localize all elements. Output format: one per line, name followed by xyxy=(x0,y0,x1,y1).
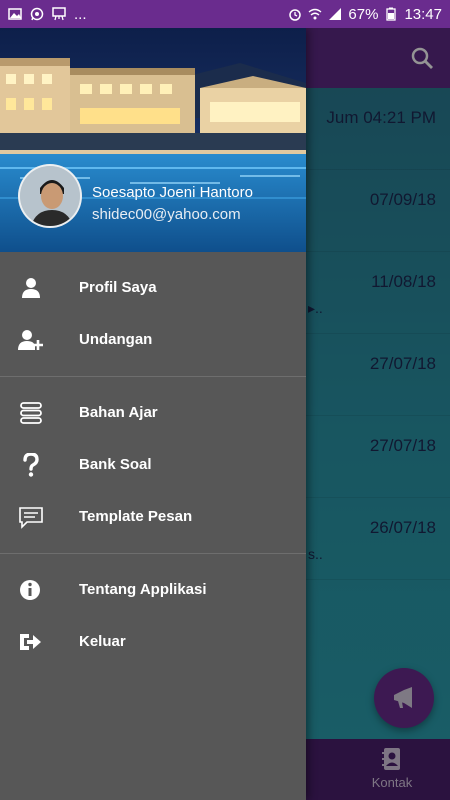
status-right: 67% 13:47 xyxy=(288,6,442,23)
status-bar: ... 67% 13:47 xyxy=(0,0,450,28)
menu-item-template-pesan[interactable]: Template Pesan xyxy=(0,491,306,543)
menu-item-profil-saya[interactable]: Profil Saya xyxy=(0,262,306,314)
menu-item-label: Bahan Ajar xyxy=(79,404,158,421)
menu-item-keluar[interactable]: Keluar xyxy=(0,616,306,668)
drawer-menu: Profil Saya Undangan Bahan Ajar Bank Soa… xyxy=(0,252,306,668)
menu-item-label: Undangan xyxy=(79,331,153,348)
wifi-icon xyxy=(308,8,322,20)
menu-item-label: Bank Soal xyxy=(79,456,152,473)
avatar[interactable] xyxy=(18,164,82,228)
menu-item-bank-soal[interactable]: Bank Soal xyxy=(0,439,306,491)
menu-item-undangan[interactable]: Undangan xyxy=(0,314,306,366)
battery-percent: 67% xyxy=(348,5,379,23)
person-icon xyxy=(22,278,40,298)
status-overflow: ... xyxy=(74,5,87,23)
presentation-icon xyxy=(52,7,66,21)
stack-icon xyxy=(20,402,42,424)
gallery-icon xyxy=(8,8,22,20)
whatsapp-icon xyxy=(30,7,44,21)
add-person-icon xyxy=(18,330,43,350)
logout-icon xyxy=(20,634,41,650)
alarm-icon xyxy=(289,9,302,21)
user-email: shidec00@yahoo.com xyxy=(92,206,241,223)
signal-icon xyxy=(329,8,342,20)
menu-item-tentang-applikasi[interactable]: Tentang Applikasi xyxy=(0,564,306,616)
user-name: Soesapto Joeni Hantoro xyxy=(92,184,253,201)
drawer-header: Soesapto Joeni Hantoro shidec00@yahoo.co… xyxy=(0,28,306,252)
question-icon xyxy=(23,453,39,477)
status-left: ... xyxy=(8,6,288,23)
menu-item-label: Keluar xyxy=(79,633,126,650)
status-time: 13:47 xyxy=(404,5,442,23)
menu-item-label: Template Pesan xyxy=(79,508,193,525)
info-icon xyxy=(20,580,40,600)
menu-item-bahan-ajar[interactable]: Bahan Ajar xyxy=(0,387,306,439)
menu-item-label: Profil Saya xyxy=(79,279,157,296)
battery-icon xyxy=(386,7,397,21)
navigation-drawer: Soesapto Joeni Hantoro shidec00@yahoo.co… xyxy=(0,28,306,800)
message-icon xyxy=(19,507,43,529)
menu-item-label: Tentang Applikasi xyxy=(79,581,207,598)
